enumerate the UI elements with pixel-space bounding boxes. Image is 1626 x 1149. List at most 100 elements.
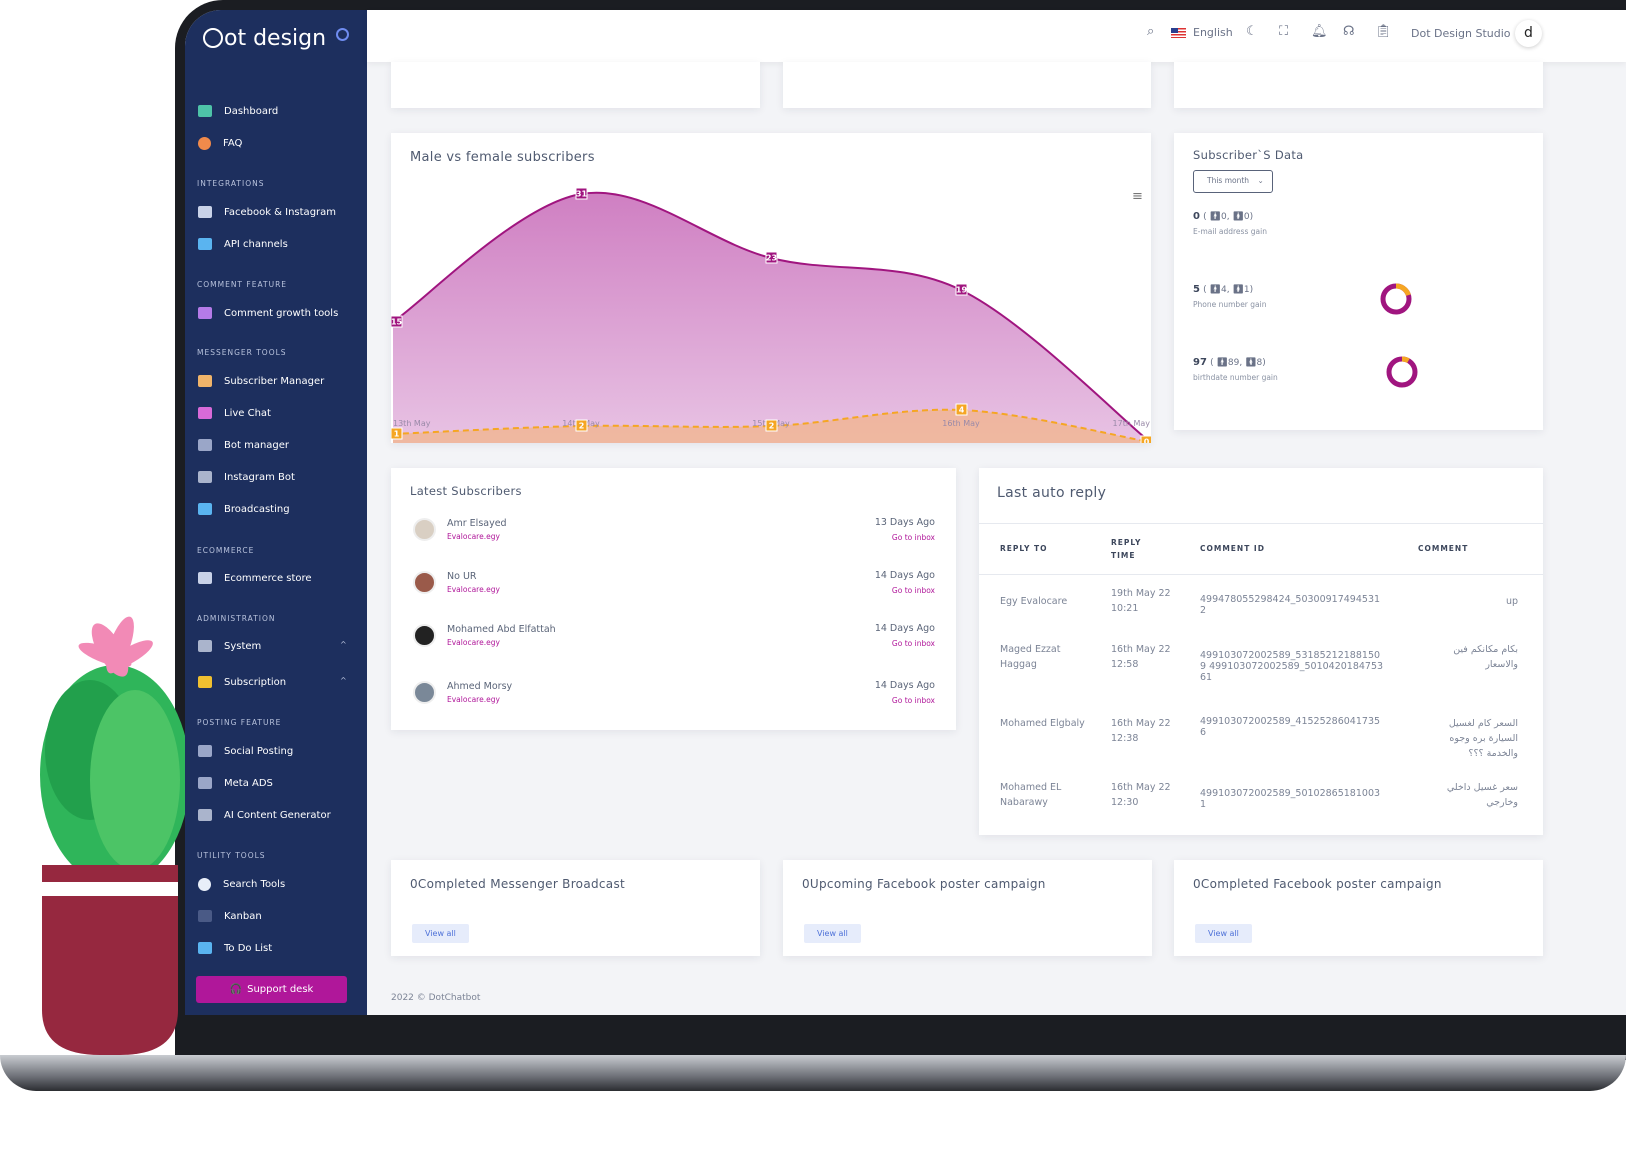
search-icon[interactable]: ⌕: [1147, 24, 1154, 39]
sidebar-item-ai-content-generator[interactable]: AI Content Generator: [198, 809, 331, 821]
sidebar-item-label: To Do List: [224, 942, 273, 954]
go-to-inbox-link[interactable]: Go to inbox: [892, 696, 935, 705]
sidebar-item-label: FAQ: [223, 138, 243, 149]
sidebar-item-label: Search Tools: [223, 879, 286, 890]
chevron-down-icon: ⌄: [1257, 176, 1264, 185]
go-to-inbox-link[interactable]: Go to inbox: [892, 533, 935, 542]
subscriber-stat: 0 ( 🚹︎0, 🚺︎0) E-mail address gain: [1193, 211, 1267, 236]
sidebar-item-facebook-instagram[interactable]: Facebook & Instagram: [198, 206, 336, 218]
sidebar-item-dashboard[interactable]: Dashboard: [198, 105, 278, 117]
sidebar-item-faq[interactable]: FAQ: [198, 137, 242, 150]
sidebar-item-label: Meta ADS: [224, 777, 273, 789]
subscriber-stat: 97 ( 🚹︎89, 🚺︎8) birthdate number gain: [1193, 357, 1278, 382]
chevron-up-icon[interactable]: ^: [340, 676, 347, 685]
latest-subscribers-card: Latest Subscribers Amr Elsayed Evalocare.…: [391, 468, 956, 730]
subscriber-stat: 5 ( 🚹︎4, 🚺︎1) Phone number gain: [1193, 284, 1267, 309]
cart-icon: [198, 572, 212, 584]
page-name: Evalocare.egy: [447, 638, 500, 647]
male-count: 4: [1220, 285, 1227, 295]
reply-time: 16th May 22 12:38: [1111, 718, 1171, 744]
subscriber-name: Amr Elsayed: [447, 518, 507, 529]
svg-text:4: 4: [959, 406, 965, 415]
column-header: REPLY TO: [1000, 544, 1048, 553]
sidebar-item-label: Dashboard: [224, 105, 279, 117]
sidebar-item-to-do-list[interactable]: To Do List: [198, 942, 272, 954]
sidebar-item-live-chat[interactable]: Live Chat: [198, 407, 271, 419]
list-item: Mohamed Abd Elfattah Evalocare.egy 14 Days…: [391, 622, 956, 652]
chevron-up-icon[interactable]: ^: [340, 640, 347, 649]
bell-icon[interactable]: 🔔︎: [1311, 24, 1328, 39]
sidebar-item-system[interactable]: System: [198, 640, 261, 652]
female-count: 8: [1256, 358, 1263, 368]
female-icon: 🚺︎: [1232, 285, 1244, 295]
subscriber-data-card: Subscriber`S Data This month ⌄ 0 ( 🚹︎0, …: [1174, 133, 1543, 430]
language-selector[interactable]: English: [1193, 26, 1233, 39]
go-to-inbox-link[interactable]: Go to inbox: [892, 586, 935, 595]
paper-plane-icon: [198, 503, 212, 515]
reply-time: 16th May 22 12:30: [1111, 782, 1171, 808]
sidebar-item-search-tools[interactable]: Search Tools: [198, 878, 285, 891]
go-to-inbox-link[interactable]: Go to inbox: [892, 639, 935, 648]
comment-id-link[interactable]: 499103072002589_501028651810031: [1200, 788, 1385, 810]
campaign-card: 0Completed Facebook poster campaign View …: [1174, 860, 1543, 956]
comment-icon: [198, 307, 212, 319]
reply-time: 19th May 22 10:21: [1111, 588, 1171, 614]
time-ago: 14 Days Ago: [874, 570, 935, 581]
svg-text:19: 19: [956, 286, 968, 295]
sidebar-item-ecommerce-store[interactable]: Ecommerce store: [198, 572, 312, 584]
sidebar-item-api-channels[interactable]: API channels: [198, 238, 288, 250]
sidebar-item-label: Live Chat: [224, 407, 271, 419]
support-desk-button[interactable]: 🎧 Support desk: [196, 976, 347, 1003]
view-all-button[interactable]: View all: [412, 924, 469, 943]
sidebar-item-subscription[interactable]: Subscription: [198, 676, 286, 688]
cactus-illustration: [40, 616, 190, 1055]
monitor-icon: [198, 105, 212, 117]
sidebar-item-comment-growth-tools[interactable]: Comment growth tools: [198, 307, 338, 319]
x-tick-label: 16th May: [942, 419, 980, 428]
view-all-button[interactable]: View all: [804, 924, 861, 943]
sidebar-item-kanban[interactable]: Kanban: [198, 910, 262, 922]
page-name: Evalocare.egy: [447, 532, 500, 541]
sidebar-section-label: MESSENGER TOOLS: [197, 348, 287, 357]
sidebar-item-instagram-bot[interactable]: Instagram Bot: [198, 471, 295, 483]
sidebar-item-social-posting[interactable]: Social Posting: [198, 745, 293, 757]
stat-card: [391, 62, 760, 108]
comment-id-link[interactable]: 499103072002589_531852121881509 49910307…: [1200, 650, 1385, 683]
headset-icon[interactable]: ☊: [1343, 24, 1355, 39]
sidebar-item-meta-ads[interactable]: Meta ADS: [198, 777, 273, 789]
avatar: [413, 624, 436, 647]
comment-id-link[interactable]: 499103072002589_415252860417356: [1200, 716, 1385, 738]
divider: [979, 574, 1543, 575]
gears-icon: [198, 471, 212, 483]
comment-id-link[interactable]: 499478055298424_503009174945312: [1200, 594, 1385, 616]
card-title: Latest Subscribers: [410, 484, 522, 498]
sidebar-item-bot-manager[interactable]: Bot manager: [198, 439, 289, 451]
users-icon: [198, 676, 212, 688]
us-flag-icon[interactable]: [1171, 28, 1186, 38]
view-all-button[interactable]: View all: [1195, 924, 1252, 943]
sidebar-section-label: ECOMMERCE: [197, 546, 255, 555]
satellite-icon: [198, 238, 212, 250]
data-label: 2: [765, 419, 778, 432]
sidebar-item-broadcasting[interactable]: Broadcasting: [198, 503, 290, 515]
fullscreen-icon[interactable]: ⛶: [1279, 24, 1288, 39]
comment-text: بكام مكانكم فين والاسعار: [1453, 644, 1518, 670]
svg-text:2: 2: [769, 422, 775, 431]
search-icon: [198, 878, 211, 891]
period-select[interactable]: This month ⌄: [1193, 170, 1273, 193]
clipboard-check-icon[interactable]: 📋︎: [1375, 24, 1392, 39]
moon-icon[interactable]: ☾: [1246, 24, 1258, 39]
svg-text:31: 31: [576, 190, 588, 199]
stat-total: 97: [1193, 357, 1207, 368]
logo[interactable]: ot design: [203, 26, 326, 51]
avatar[interactable]: d: [1515, 20, 1542, 47]
stat-card: [1174, 62, 1543, 108]
sidebar-item-label: Bot manager: [224, 439, 290, 451]
sidebar-toggle-icon[interactable]: [336, 28, 349, 41]
user-name[interactable]: Dot Design Studio: [1411, 27, 1511, 40]
sidebar-item-subscriber-manager[interactable]: Subscriber Manager: [198, 375, 324, 387]
sidebar-section-label: COMMENT FEATURE: [197, 280, 288, 289]
logo-mark-icon: [203, 28, 223, 48]
male-icon: 🚹︎: [1216, 358, 1228, 368]
data-label: 15: [391, 315, 403, 328]
